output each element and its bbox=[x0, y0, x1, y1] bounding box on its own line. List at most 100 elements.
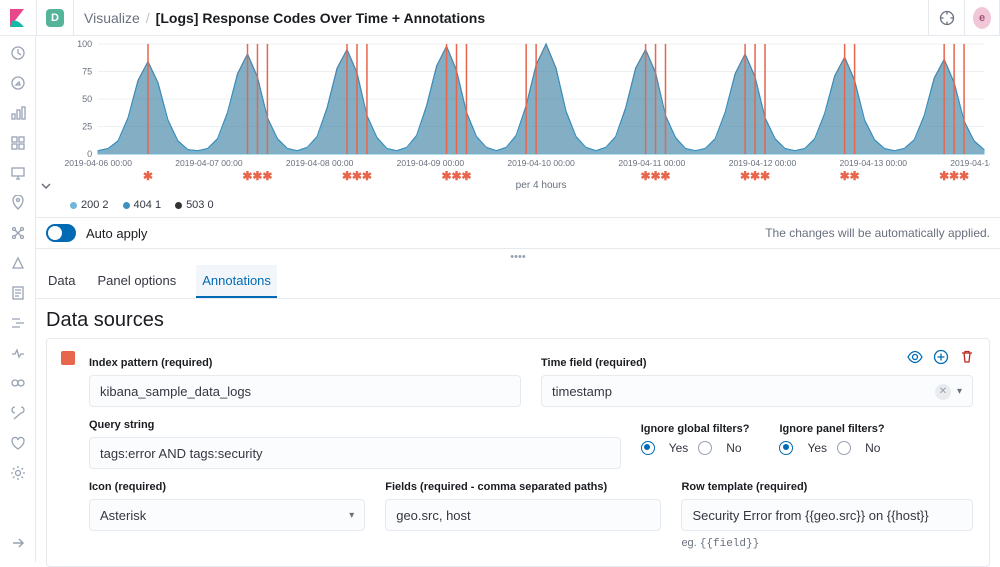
help-icon[interactable] bbox=[928, 0, 964, 36]
visibility-icon[interactable] bbox=[907, 349, 923, 368]
svg-text:✱: ✱ bbox=[740, 169, 750, 183]
chevron-down-icon[interactable]: ▾ bbox=[957, 386, 962, 397]
svg-text:✱: ✱ bbox=[262, 169, 272, 183]
nav-collapse-icon[interactable] bbox=[9, 534, 27, 552]
section-title: Data sources bbox=[36, 299, 1000, 338]
nav-discover-icon[interactable] bbox=[9, 74, 27, 92]
ignore-panel-yes-radio[interactable] bbox=[779, 441, 793, 455]
svg-text:✱: ✱ bbox=[850, 169, 860, 183]
svg-text:2019-04-13 00:00: 2019-04-13 00:00 bbox=[840, 158, 908, 168]
ignore-panel-no-radio[interactable] bbox=[837, 441, 851, 455]
svg-text:2019-04-08 00:00: 2019-04-08 00:00 bbox=[286, 158, 354, 168]
svg-text:✱: ✱ bbox=[959, 169, 969, 183]
nav-dashboard-icon[interactable] bbox=[9, 134, 27, 152]
annotation-color-swatch[interactable] bbox=[61, 351, 75, 365]
legend-item[interactable]: 200 2 bbox=[70, 199, 109, 211]
svg-text:✱: ✱ bbox=[342, 169, 352, 183]
svg-text:✱: ✱ bbox=[660, 169, 670, 183]
svg-text:✱: ✱ bbox=[949, 169, 959, 183]
nav-management-icon[interactable] bbox=[9, 464, 27, 482]
delete-icon[interactable] bbox=[959, 349, 975, 368]
tab-panel-options[interactable]: Panel options bbox=[95, 265, 178, 298]
svg-text:✱: ✱ bbox=[641, 169, 651, 183]
tab-data[interactable]: Data bbox=[46, 265, 77, 298]
svg-text:2019-04-06 00:00: 2019-04-06 00:00 bbox=[64, 158, 132, 168]
auto-apply-toggle[interactable]: ✓ bbox=[46, 224, 76, 242]
svg-text:✱: ✱ bbox=[461, 169, 471, 183]
svg-text:25: 25 bbox=[82, 122, 92, 132]
svg-text:✱: ✱ bbox=[451, 169, 461, 183]
row-template-label: Row template (required) bbox=[681, 481, 973, 493]
nav-maps-icon[interactable] bbox=[9, 194, 27, 212]
controls-strip: ✓ Auto apply The changes will be automat… bbox=[36, 217, 1000, 249]
ignore-global-no-radio[interactable] bbox=[698, 441, 712, 455]
svg-text:per 4 hours: per 4 hours bbox=[516, 180, 567, 190]
ignore-global-yes-radio[interactable] bbox=[641, 441, 655, 455]
breadcrumb: Visualize / [Logs] Response Codes Over T… bbox=[84, 10, 485, 26]
tab-annotations[interactable]: Annotations bbox=[196, 265, 277, 298]
nav-ml-icon[interactable] bbox=[9, 224, 27, 242]
user-menu[interactable]: e bbox=[964, 0, 1000, 36]
index-pattern-input[interactable]: kibana_sample_data_logs bbox=[89, 375, 521, 407]
breadcrumb-current: [Logs] Response Codes Over Time + Annota… bbox=[156, 10, 485, 26]
legend-item[interactable]: 503 0 bbox=[175, 199, 214, 211]
side-nav bbox=[0, 36, 36, 562]
icon-select[interactable]: Asterisk ▾ bbox=[89, 499, 365, 531]
fields-input[interactable]: geo.src, host bbox=[385, 499, 661, 531]
nav-apm-icon[interactable] bbox=[9, 314, 27, 332]
svg-text:2019-04-09 00:00: 2019-04-09 00:00 bbox=[397, 158, 465, 168]
svg-text:100: 100 bbox=[77, 40, 92, 49]
chart-collapse-toggle[interactable] bbox=[40, 40, 64, 195]
index-pattern-label: Index pattern (required) bbox=[89, 357, 521, 369]
time-field-select[interactable]: timestamp ✕▾ bbox=[541, 375, 973, 407]
clear-icon[interactable]: ✕ bbox=[935, 384, 951, 400]
svg-text:75: 75 bbox=[82, 67, 92, 77]
chevron-down-icon[interactable]: ▾ bbox=[349, 510, 354, 521]
auto-apply-label: Auto apply bbox=[86, 226, 147, 241]
chart-container: 02550751002019-04-06 00:002019-04-07 00:… bbox=[36, 36, 1000, 211]
svg-text:✱: ✱ bbox=[750, 169, 760, 183]
svg-text:2019-04-10 00:00: 2019-04-10 00:00 bbox=[507, 158, 575, 168]
nav-infra-icon[interactable] bbox=[9, 254, 27, 272]
timeseries-chart: 02550751002019-04-06 00:002019-04-07 00:… bbox=[64, 40, 990, 190]
annotation-panel: Index pattern (required) kibana_sample_d… bbox=[46, 338, 990, 567]
fields-label: Fields (required - comma separated paths… bbox=[385, 481, 661, 493]
query-string-input[interactable]: tags:error AND tags:security bbox=[89, 437, 621, 469]
ignore-panel-label: Ignore panel filters? bbox=[779, 423, 884, 435]
breadcrumb-sep: / bbox=[146, 10, 150, 26]
svg-text:2019-04-11 00:00: 2019-04-11 00:00 bbox=[618, 158, 685, 168]
nav-siem-icon[interactable] bbox=[9, 374, 27, 392]
nav-logs-icon[interactable] bbox=[9, 284, 27, 302]
svg-text:50: 50 bbox=[82, 94, 92, 104]
nav-recent-icon[interactable] bbox=[9, 44, 27, 62]
row-template-hint: eg. {{field}} bbox=[681, 537, 973, 550]
nav-monitor-icon[interactable] bbox=[9, 434, 27, 452]
drag-handle-icon[interactable]: •••• bbox=[36, 249, 1000, 265]
auto-apply-message: The changes will be automatically applie… bbox=[765, 226, 990, 240]
main: 02550751002019-04-06 00:002019-04-07 00:… bbox=[36, 36, 1000, 562]
top-bar: D Visualize / [Logs] Response Codes Over… bbox=[0, 0, 1000, 36]
nav-uptime-icon[interactable] bbox=[9, 344, 27, 362]
legend-item[interactable]: 404 1 bbox=[123, 199, 162, 211]
nav-devtools-icon[interactable] bbox=[9, 404, 27, 422]
ignore-global-label: Ignore global filters? bbox=[641, 423, 750, 435]
svg-text:2019-04-07 00:00: 2019-04-07 00:00 bbox=[175, 158, 243, 168]
space-badge[interactable]: D bbox=[46, 9, 64, 27]
svg-text:2019-04-12 00:00: 2019-04-12 00:00 bbox=[729, 158, 797, 168]
svg-text:✱: ✱ bbox=[939, 169, 949, 183]
kibana-logo[interactable] bbox=[0, 0, 36, 36]
svg-text:✱: ✱ bbox=[143, 169, 153, 183]
svg-text:✱: ✱ bbox=[840, 169, 850, 183]
svg-text:✱: ✱ bbox=[242, 169, 252, 183]
nav-canvas-icon[interactable] bbox=[9, 164, 27, 182]
avatar[interactable]: e bbox=[973, 7, 991, 29]
row-template-input[interactable]: Security Error from {{geo.src}} on {{hos… bbox=[681, 499, 973, 531]
nav-visualize-icon[interactable] bbox=[9, 104, 27, 122]
chart-legend: 200 2 404 1 503 0 bbox=[40, 195, 990, 211]
svg-text:2019-04-14 00:00: 2019-04-14 00:00 bbox=[950, 158, 990, 168]
add-icon[interactable] bbox=[933, 349, 949, 368]
editor-tabs: Data Panel options Annotations bbox=[36, 265, 1000, 299]
icon-field-label: Icon (required) bbox=[89, 481, 365, 493]
breadcrumb-root[interactable]: Visualize bbox=[84, 10, 140, 26]
svg-text:✱: ✱ bbox=[352, 169, 362, 183]
